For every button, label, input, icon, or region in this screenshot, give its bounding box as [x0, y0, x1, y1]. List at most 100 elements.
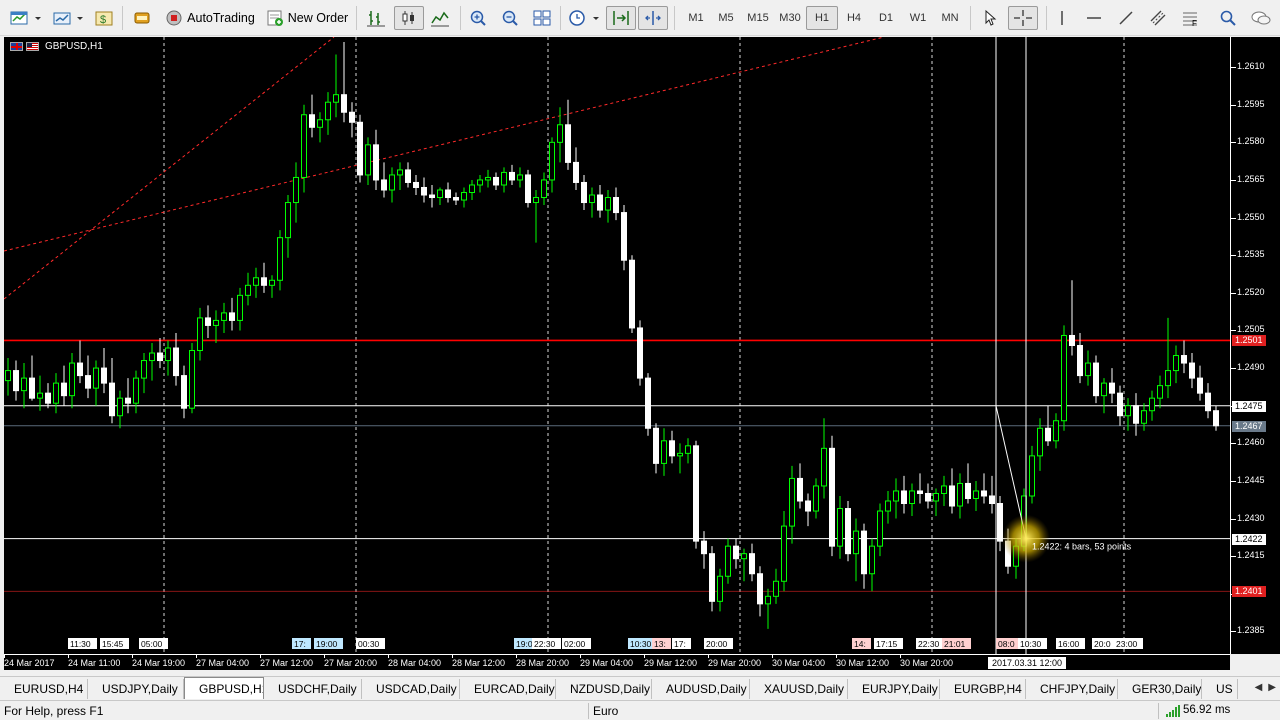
navigator-icon [132, 9, 152, 27]
chart-tab-xauusd-daily[interactable]: XAUUSD,Daily [750, 679, 848, 699]
gbp-flag-icon [10, 42, 23, 51]
fibonacci-button[interactable]: F [1178, 6, 1202, 30]
candle-body [557, 124, 563, 143]
chart-shift-button[interactable] [638, 6, 668, 30]
candle-body [517, 174, 523, 181]
price-axis[interactable]: 1.2610 1.2595 1.2580 1.2565 1.2550 1.2535 1.25… [1230, 37, 1280, 654]
chart-tab-usdcad-daily[interactable]: USDCAD,Daily [362, 679, 460, 699]
time-label: 24 Mar 19:00 [132, 658, 186, 668]
price-label: 1.2490 [1237, 362, 1265, 373]
candlestick-chart-button[interactable] [394, 6, 424, 30]
equidistant-channel-button[interactable] [1146, 6, 1170, 30]
market-watch-button[interactable]: $ [92, 6, 116, 30]
chart-tab-nzdusd-daily[interactable]: NZDUSD,Daily [556, 679, 652, 699]
horizontal-line-button[interactable] [1082, 6, 1106, 30]
price-label: 1.2415 [1237, 550, 1265, 561]
search-button[interactable] [1216, 6, 1240, 30]
time-axis[interactable]: 24 Mar 2017 24 Mar 11:00 24 Mar 19:00 27 Ma… [4, 654, 1230, 670]
candle-body [597, 194, 603, 211]
connection-signal-icon [1166, 705, 1180, 717]
candle-body [725, 545, 731, 577]
metatrader-window: $ AutoTrading New Order M1 M5 M15 M30 H1… [0, 0, 1280, 720]
autotrading-button[interactable]: AutoTrading [162, 6, 258, 30]
candle-body [453, 197, 459, 201]
crosshair-button[interactable] [1008, 6, 1038, 30]
candle-body [621, 212, 627, 261]
cursor-button[interactable] [978, 6, 1002, 30]
chart-tab-eurcad-daily[interactable]: EURCAD,Daily [460, 679, 556, 699]
candle-body [429, 194, 435, 199]
chart-tab-usdjpy-daily[interactable]: USDJPY,Daily [88, 679, 184, 699]
candle-body [1045, 427, 1051, 442]
chart-tab-audusd-daily[interactable]: AUDUSD,Daily [652, 679, 750, 699]
line-chart-button[interactable] [426, 6, 454, 30]
price-label: 1.2610 [1237, 61, 1265, 72]
timeframe-m5-button[interactable]: M5 [710, 6, 742, 30]
candle-body [149, 352, 155, 362]
candle-body [1085, 362, 1091, 377]
chart-tab-eurusd-h4[interactable]: EURUSD,H4 [0, 679, 88, 699]
candle-body [1149, 397, 1155, 412]
new-order-label: New Order [287, 11, 349, 25]
scroll-right-icon[interactable]: ▶ [1268, 682, 1276, 693]
candle-body [477, 179, 483, 186]
auto-scroll-button[interactable] [606, 6, 636, 30]
tile-windows-button[interactable] [530, 6, 554, 30]
timeframe-h1-button[interactable]: H1 [806, 6, 838, 30]
scroll-left-icon[interactable]: ◀ [1255, 682, 1263, 693]
chart-tab-chfjpy-daily[interactable]: CHFJPY,Daily [1026, 679, 1118, 699]
candle-body [437, 189, 443, 199]
candle-body [1061, 334, 1067, 422]
timeframe-mn-button[interactable]: MN [934, 6, 966, 30]
candle-body [77, 362, 83, 377]
timeframe-m15-button[interactable]: M15 [742, 6, 774, 30]
trendline-button[interactable] [1114, 6, 1138, 30]
chart-area[interactable]: 1.2422: 4 bars, 53 points 11:30 15:45 05:00… [4, 37, 1230, 654]
measure-tooltip: 1.2422: 4 bars, 53 points [1032, 542, 1132, 552]
new-chart-icon [9, 9, 43, 27]
bar-chart-button[interactable] [362, 6, 390, 30]
candle-body [997, 503, 1003, 542]
chart-tab-ger30-daily[interactable]: GER30,Daily [1118, 679, 1202, 699]
timeframe-m1-button[interactable]: M1 [680, 6, 712, 30]
candle-body [765, 595, 771, 605]
candle-body [1181, 355, 1187, 364]
chart-tab-eurgbp-h4[interactable]: EURGBP,H4 [940, 679, 1026, 699]
tab-scroll-controls: ◀ ▶ [1255, 682, 1276, 693]
chart-tab-eurjpy-daily[interactable]: EURJPY,Daily [848, 679, 940, 699]
session-label: 22:30 [534, 639, 556, 649]
candle-body [197, 317, 203, 352]
candle-body [53, 382, 59, 404]
trendline-steep[interactable] [4, 37, 335, 300]
new-order-button[interactable]: New Order [264, 6, 350, 30]
price-label: 1.2580 [1237, 136, 1265, 147]
candle-body [1093, 362, 1099, 397]
candle-body [629, 259, 635, 329]
candle-body [45, 392, 51, 404]
candle-body [341, 94, 347, 113]
navigator-button[interactable] [130, 6, 154, 30]
candle-body [717, 575, 723, 602]
candle-body [1029, 455, 1035, 497]
periods-button[interactable] [566, 6, 602, 30]
chart-tab-usdchf-daily[interactable]: USDCHF,Daily [264, 679, 362, 699]
candle-body [405, 169, 411, 183]
candle-body [269, 279, 275, 286]
candle-body [1189, 362, 1195, 379]
price-tick [1231, 443, 1236, 445]
timeframe-m30-button[interactable]: M30 [774, 6, 806, 30]
new-chart-button[interactable] [8, 6, 44, 30]
chart-tab-gbpusd-h1[interactable]: GBPUSD,H1 [184, 677, 264, 699]
zoom-out-button[interactable] [498, 6, 522, 30]
zoom-in-button[interactable] [466, 6, 490, 30]
timeframe-d1-button[interactable]: D1 [870, 6, 902, 30]
timeframe-h4-button[interactable]: H4 [838, 6, 870, 30]
vertical-line-button[interactable] [1050, 6, 1074, 30]
candle-body [213, 319, 219, 326]
profiles-button[interactable] [50, 6, 86, 30]
chat-button[interactable] [1248, 6, 1274, 30]
chart-tab-us[interactable]: US [1202, 679, 1238, 699]
trendline-shallow[interactable] [4, 37, 885, 252]
price-chart[interactable]: 1.2422: 4 bars, 53 points 11:30 15:45 05:00… [4, 37, 1230, 654]
timeframe-w1-button[interactable]: W1 [902, 6, 934, 30]
